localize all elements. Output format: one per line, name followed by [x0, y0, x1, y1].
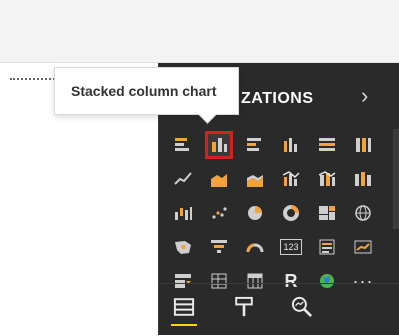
canvas-dotted-border	[10, 78, 58, 80]
top-toolbar-band	[0, 0, 399, 63]
gauge-icon[interactable]	[241, 233, 269, 261]
stacked-area-icon[interactable]	[241, 165, 269, 193]
treemap-icon[interactable]	[313, 199, 341, 227]
line-chart-icon[interactable]	[169, 165, 197, 193]
visualizations-title: ZATIONS	[241, 90, 314, 107]
format-paint-icon[interactable]	[231, 294, 257, 320]
kpi-icon[interactable]	[349, 233, 377, 261]
scatter-icon[interactable]	[205, 199, 233, 227]
analytics-icon[interactable]	[289, 294, 315, 320]
chevron-right-icon[interactable]: ›	[361, 85, 368, 107]
ribbon-chart-icon[interactable]	[349, 165, 377, 193]
pane-scrollbar[interactable]	[393, 129, 399, 229]
donut-icon[interactable]	[277, 199, 305, 227]
card-icon[interactable]: 123	[277, 233, 305, 261]
fields-icon[interactable]	[171, 294, 197, 326]
line-stacked-column-icon[interactable]	[313, 165, 341, 193]
area-chart-icon[interactable]	[205, 165, 233, 193]
stacked-column-icon[interactable]	[205, 131, 233, 159]
pie-icon[interactable]	[241, 199, 269, 227]
line-clustered-column-icon[interactable]	[277, 165, 305, 193]
waterfall-icon[interactable]	[169, 199, 197, 227]
100-stacked-bar-icon[interactable]	[313, 131, 341, 159]
tooltip: Stacked column chart	[54, 67, 239, 115]
filled-map-icon[interactable]	[169, 233, 197, 261]
stacked-bar-icon[interactable]	[169, 131, 197, 159]
pane-bottom-tabs	[159, 283, 399, 336]
100-stacked-column-icon[interactable]	[349, 131, 377, 159]
tooltip-text: Stacked column chart	[71, 83, 217, 99]
multi-row-card-icon[interactable]	[313, 233, 341, 261]
card-icon-text: 123	[280, 239, 302, 255]
map-icon[interactable]	[349, 199, 377, 227]
funnel-icon[interactable]	[205, 233, 233, 261]
clustered-bar-icon[interactable]	[241, 131, 269, 159]
clustered-column-icon[interactable]	[277, 131, 305, 159]
